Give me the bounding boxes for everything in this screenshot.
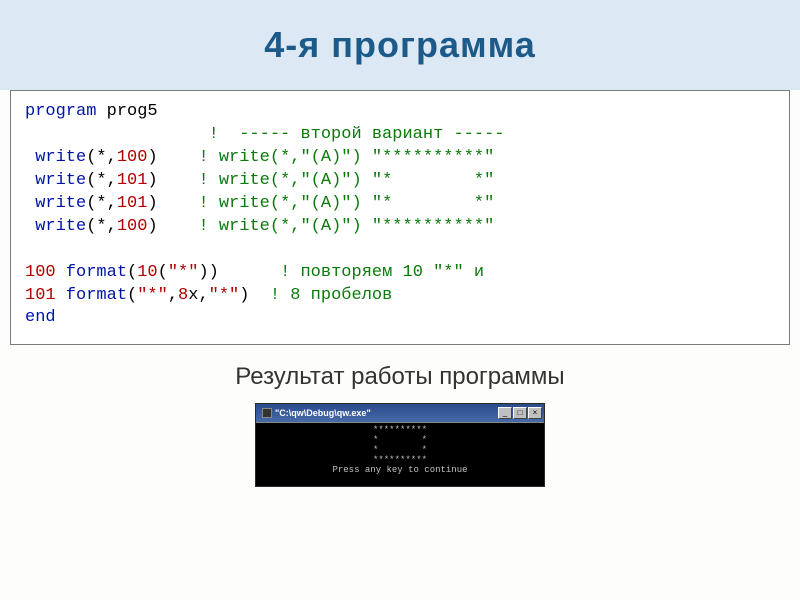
comment-variant: ! ----- второй вариант ----- — [25, 125, 504, 144]
console-buttons: _ □ × — [498, 407, 542, 419]
console-title-text: "C:\qw\Debug\qw.exe" — [275, 408, 371, 418]
console-titlebar: "C:\qw\Debug\qw.exe" _ □ × — [256, 404, 544, 422]
slide: 4-я программа program prog5 ! ----- втор… — [0, 0, 800, 600]
console-output: ********** * * * * ********** Press any … — [256, 422, 544, 485]
kw-format: format — [56, 286, 127, 305]
comment-repeat: ! повторяем 10 "*" и — [280, 263, 484, 282]
label-101: 101 — [25, 286, 56, 305]
label-100: 100 — [25, 263, 56, 282]
kw-program: program — [25, 102, 96, 121]
close-button[interactable]: × — [528, 407, 542, 419]
comment-l6: ! write(*,"(A)") "**********" — [198, 217, 494, 236]
kw-write: write — [25, 217, 86, 236]
comment-l5: ! write(*,"(A)") "* *" — [198, 194, 494, 213]
slide-title: 4-я программа — [264, 24, 536, 66]
console-window: "C:\qw\Debug\qw.exe" _ □ × ********** * … — [255, 403, 545, 486]
maximize-button[interactable]: □ — [513, 407, 527, 419]
comment-l4: ! write(*,"(A)") "* *" — [198, 171, 494, 190]
kw-write: write — [25, 171, 86, 190]
result-caption: Результат работы программы — [0, 363, 800, 391]
comment-spaces: ! 8 пробелов — [270, 286, 392, 305]
code-box: program prog5 ! ----- второй вариант ---… — [10, 90, 790, 345]
title-bar: 4-я программа — [0, 0, 800, 90]
kw-write: write — [25, 148, 86, 167]
kw-format: format — [56, 263, 127, 282]
prog-name: prog5 — [96, 102, 157, 121]
kw-end: end — [25, 308, 56, 327]
comment-l3: ! write(*,"(A)") "**********" — [198, 148, 494, 167]
console-icon — [262, 408, 272, 418]
kw-write: write — [25, 194, 86, 213]
console-title: "C:\qw\Debug\qw.exe" — [258, 408, 371, 418]
minimize-button[interactable]: _ — [498, 407, 512, 419]
result-area: Результат работы программы "C:\qw\Debug\… — [0, 363, 800, 486]
